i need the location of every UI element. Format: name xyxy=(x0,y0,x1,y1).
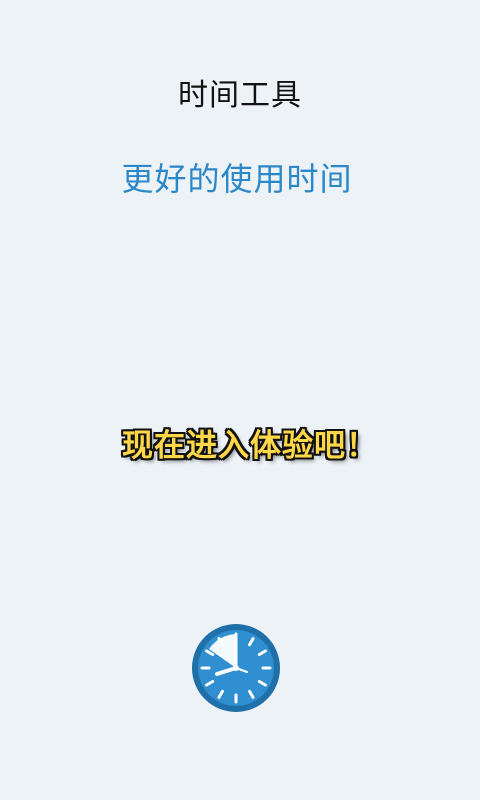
splash-screen: 时间工具 更好的使用时间 现在进入体验吧！ xyxy=(0,0,480,800)
app-title: 时间工具 xyxy=(178,78,302,113)
clock-icon[interactable] xyxy=(190,622,282,714)
clock-icon-graphic xyxy=(192,624,280,712)
enter-experience-text[interactable]: 现在进入体验吧！ xyxy=(0,420,480,465)
app-subtitle: 更好的使用时间 xyxy=(121,160,353,198)
clock-center-dot xyxy=(233,665,239,671)
